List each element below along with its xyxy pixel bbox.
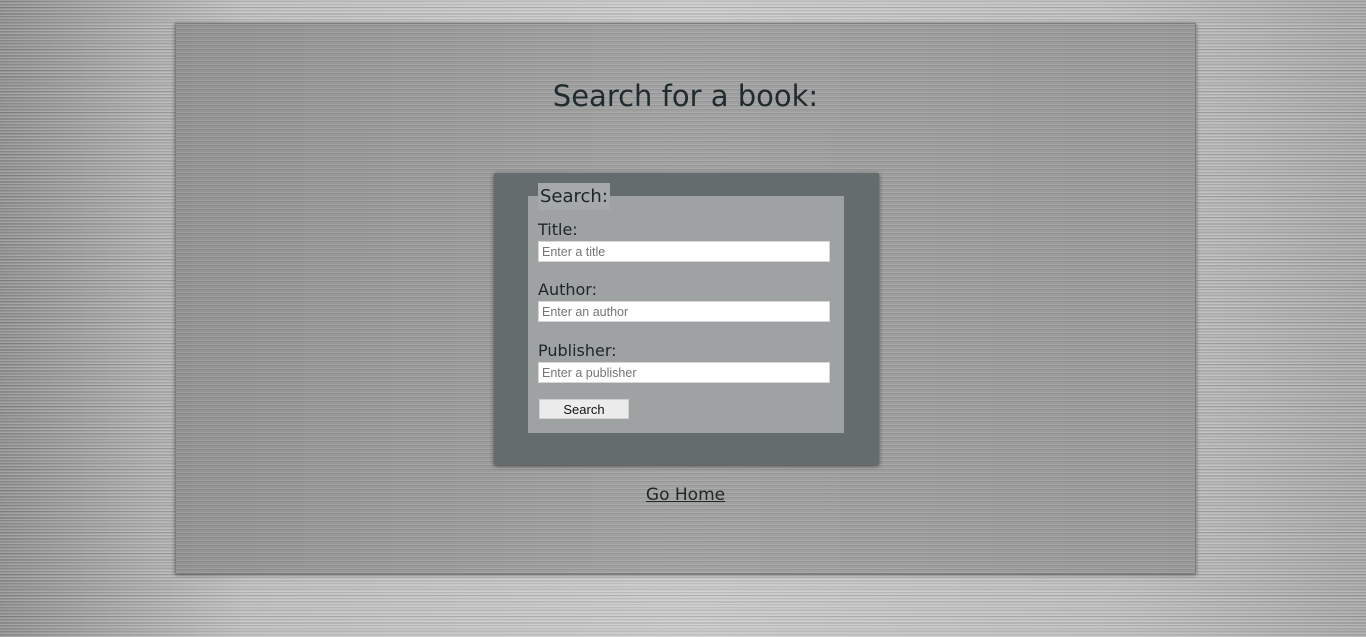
search-form-box: Search: Title: Author: Publisher: Search: [494, 173, 879, 465]
go-home-link[interactable]: Go Home: [646, 485, 725, 505]
page-title: Search for a book:: [552, 79, 819, 113]
go-home-container: Go Home: [176, 485, 1195, 505]
publisher-label: Publisher:: [538, 341, 617, 360]
author-input[interactable]: [538, 301, 830, 322]
search-fieldset: Search: Title: Author: Publisher: Search: [528, 183, 844, 433]
search-legend: Search:: [538, 183, 610, 210]
title-input[interactable]: [538, 241, 830, 262]
publisher-input[interactable]: [538, 362, 830, 383]
author-label: Author:: [538, 280, 597, 299]
main-panel: Search for a book: Search: Title: Author…: [175, 23, 1196, 574]
search-button[interactable]: Search: [539, 399, 629, 419]
title-label: Title:: [538, 220, 578, 239]
